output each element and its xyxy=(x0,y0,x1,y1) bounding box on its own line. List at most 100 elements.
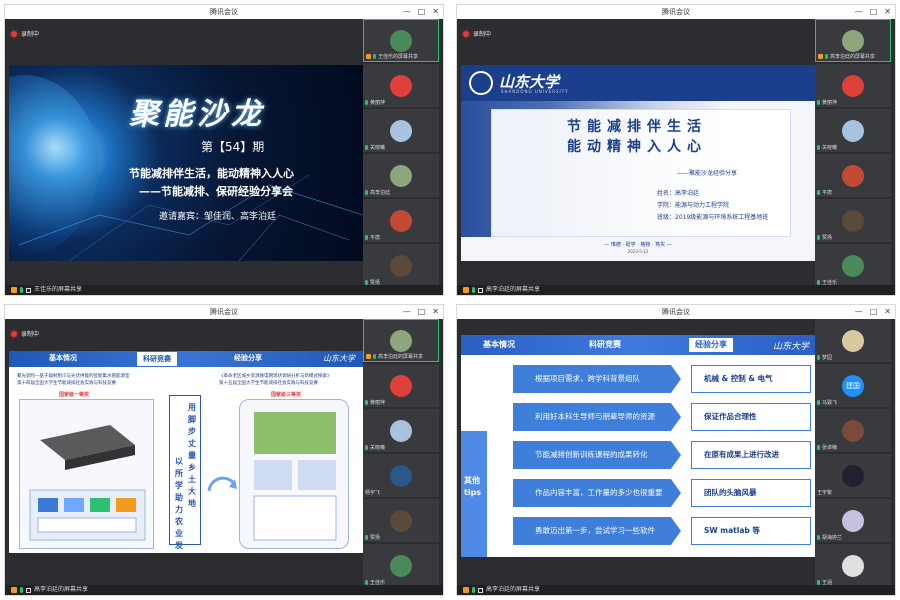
avatar xyxy=(390,209,412,232)
participant-tile[interactable]: 杨宇飞 xyxy=(363,454,439,497)
avatar xyxy=(390,254,412,277)
mic-icon xyxy=(365,445,368,450)
slogan-right: 用脚步丈量乡土大地 xyxy=(188,403,196,508)
participant-name: 平唐 xyxy=(370,235,381,241)
mic-icon xyxy=(365,400,368,405)
camera-icon xyxy=(26,587,31,593)
participant-tile[interactable]: 黄丽萍 xyxy=(363,364,439,407)
close-button[interactable]: ✕ xyxy=(432,305,439,319)
award-left: 国家级一等奖 xyxy=(59,392,90,398)
participant-tile[interactable]: 关晓曦 xyxy=(815,109,891,152)
minimize-button[interactable]: — xyxy=(855,305,863,319)
participant-name: 黄丽萍 xyxy=(370,100,386,106)
meeting-window-4: 腾讯会议 — □ ✕ 基本情况 科研竞赛 经验分享 山东大学 其他tips 根据… xyxy=(456,304,896,596)
participant-name: 平唐 xyxy=(822,190,833,196)
avatar xyxy=(842,254,864,277)
participant-tile[interactable]: 关晓曦 xyxy=(363,409,439,452)
mic-icon xyxy=(373,54,376,59)
close-button[interactable]: ✕ xyxy=(884,305,891,319)
screen-share-icon xyxy=(818,54,823,59)
app-title: 腾讯会议 xyxy=(662,8,690,16)
participant-name: 王宇繁 xyxy=(817,490,833,496)
screen-share-icon xyxy=(11,287,17,293)
presenter-college: 学院：能源与动力工程学院 xyxy=(657,202,730,209)
tip-result: 团队的头脑风暴 xyxy=(691,479,811,507)
slide-heading-2: ——节能减排、保研经验分享会 xyxy=(139,185,293,198)
participant-tile[interactable]: 赞扬 xyxy=(363,499,439,542)
app-title: 腾讯会议 xyxy=(210,308,238,316)
participant-tile[interactable]: 平唐 xyxy=(815,154,891,197)
participant-tile[interactable]: 赞扬 xyxy=(815,199,891,242)
slide-heading-1: 节能减排伴生活，能动精神入人心 xyxy=(129,167,294,180)
title-bar: 腾讯会议 — □ ✕ xyxy=(457,305,895,319)
participant-tile[interactable]: 王宇繁 xyxy=(815,454,891,497)
participant-tile[interactable]: 赞扬 xyxy=(363,244,439,287)
mic-icon xyxy=(817,235,820,240)
participant-tile[interactable]: 张卓楠 xyxy=(815,409,891,452)
tip-text: 利用好本科生导师与朋辈导师的资源 xyxy=(513,403,681,431)
camera-icon xyxy=(478,587,483,593)
tip-text: 作品内容丰富，工作量的多少也很重要 xyxy=(513,479,681,507)
slide-heading-2: 能动精神入人心 xyxy=(567,139,707,155)
recording-indicator[interactable]: 录制中 xyxy=(11,329,39,338)
record-icon xyxy=(463,30,469,37)
minimize-button[interactable]: — xyxy=(403,5,411,19)
participant-tile[interactable]: 黄丽萍 xyxy=(363,64,439,107)
avatar xyxy=(842,329,864,352)
tab-experience: 经验分享 xyxy=(234,354,262,362)
maximize-button[interactable]: □ xyxy=(870,5,878,19)
participant-tile[interactable]: 关晓曦 xyxy=(363,109,439,152)
project-caption-right: 《革命老区城乡资源微电网现状调研分析与新模式探索》 第十五届全国大学生节能减排社… xyxy=(219,374,332,386)
participant-tile[interactable]: 王佳乐 xyxy=(815,244,891,287)
tip-text: 根据项目需求，跨学科背景组队 xyxy=(513,365,681,393)
recording-label: 录制中 xyxy=(473,31,492,38)
tip-result: 保证作品合理性 xyxy=(691,403,811,431)
meeting-window-3: 腾讯会议 — □ ✕ 录制中 基本情况 科研竞赛 经验分享 山东大学 聚光调热—… xyxy=(4,304,444,596)
participant-tile[interactable]: 王涵 xyxy=(815,544,891,587)
tab-basic-info: 基本情况 xyxy=(483,340,515,349)
close-button[interactable]: ✕ xyxy=(884,5,891,19)
participant-tile[interactable]: 高李泊廷的屏幕共享 xyxy=(815,19,891,62)
participant-tile[interactable]: 平唐 xyxy=(363,199,439,242)
minimize-button[interactable]: — xyxy=(403,305,411,319)
slogan-banner: 以所学助力农业发展 用脚步丈量乡土大地 xyxy=(169,395,201,550)
screen-share-icon xyxy=(366,354,371,359)
share-label: 高李泊廷的屏幕共享 xyxy=(34,586,89,593)
university-name-en: SHANDONG UNIVERSITY xyxy=(501,89,569,94)
issue-number: 第【54】期 xyxy=(201,140,265,154)
participant-tile[interactable]: 王佳乐 xyxy=(363,544,439,587)
screen-share-icon xyxy=(11,587,17,593)
avatar xyxy=(390,119,412,142)
close-button[interactable]: ✕ xyxy=(432,5,439,19)
participant-tile[interactable]: 梦园 xyxy=(815,319,891,362)
maximize-button[interactable]: □ xyxy=(870,305,878,319)
participant-name: 关晓曦 xyxy=(822,145,838,151)
screen-share-icon xyxy=(366,54,371,59)
participant-name: 高李泊廷 xyxy=(370,190,391,196)
participant-tile[interactable]: 胡海婷兰 xyxy=(815,499,891,542)
mic-icon xyxy=(817,100,820,105)
maximize-button[interactable]: □ xyxy=(418,5,426,19)
participant-tile[interactable]: 高李泊廷的屏幕共享 xyxy=(363,319,439,362)
recording-indicator[interactable]: 录制中 xyxy=(463,29,491,38)
maximize-button[interactable]: □ xyxy=(418,305,426,319)
avatar xyxy=(842,509,864,532)
status-bar: 高李泊廷的屏幕共享 xyxy=(457,585,895,595)
avatar xyxy=(390,329,412,352)
screen-share-icon xyxy=(463,587,469,593)
project-caption-left: 聚光调热—基于辐射制冷与光伏供能的智能集水管能源室 第十四届全国大学生节能减排社… xyxy=(17,374,130,386)
avatar: 建国 xyxy=(842,374,864,397)
shared-slide-title: 聚能沙龙 第【54】期 节能减排伴生活，能动精神入人心 ——节能减排、保研经验分… xyxy=(9,65,363,261)
avatar xyxy=(390,554,412,577)
participant-tile[interactable]: 王佳乐的屏幕共享 xyxy=(363,19,439,62)
shared-slide-tips: 基本情况 科研竞赛 经验分享 山东大学 其他tips 根据项目需求，跨学科背景组… xyxy=(461,335,815,557)
participant-tile[interactable]: 高李泊廷 xyxy=(363,154,439,197)
title-bar: 腾讯会议 — □ ✕ xyxy=(5,305,443,319)
minimize-button[interactable]: — xyxy=(855,5,863,19)
slide-tabs: 基本情况 科研竞赛 经验分享 山东大学 xyxy=(461,335,815,355)
mic-icon xyxy=(817,145,820,150)
participant-tile[interactable]: 黄丽萍 xyxy=(815,64,891,107)
participant-tile[interactable]: 建国 马骏飞 xyxy=(815,364,891,407)
guest-list: 邀请嘉宾：邹佳润、高李泊廷 xyxy=(159,212,277,222)
recording-indicator[interactable]: 录制中 xyxy=(11,29,39,38)
